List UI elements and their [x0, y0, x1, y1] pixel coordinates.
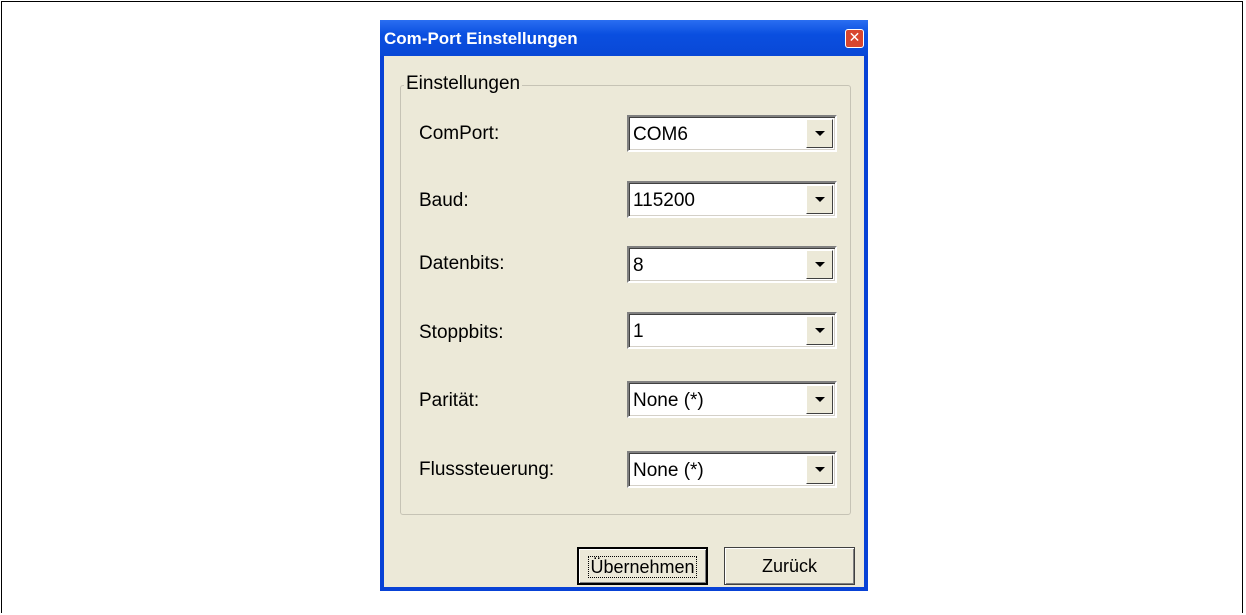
parity-select[interactable]: None (*) [627, 381, 837, 418]
stopbits-label: Stoppbits: [419, 322, 504, 343]
window-title: Com-Port Einstellungen [384, 29, 578, 48]
baud-value: 115200 [633, 190, 695, 211]
parity-label: Parität: [419, 390, 480, 411]
dialog-client-area: Einstellungen ComPort: COM6 Baud: 115200… [384, 56, 864, 587]
comport-label: ComPort: [419, 123, 500, 144]
comport-select[interactable]: COM6 [627, 115, 837, 152]
close-icon[interactable]: ✕ [845, 29, 864, 48]
chevron-down-icon[interactable] [806, 385, 833, 414]
back-button[interactable]: Zurück [724, 547, 855, 585]
comport-value: COM6 [633, 124, 688, 145]
apply-button[interactable]: Übernehmen [577, 547, 708, 585]
stopbits-value: 1 [633, 321, 644, 342]
chevron-down-icon[interactable] [806, 185, 833, 214]
groupbox-title: Einstellungen [404, 73, 523, 95]
flow-control-select[interactable]: None (*) [627, 451, 837, 488]
flow-control-value: None (*) [633, 460, 704, 481]
databits-value: 8 [633, 255, 644, 276]
title-bar[interactable]: Com-Port Einstellungen ✕ [380, 20, 868, 56]
parity-value: None (*) [633, 390, 704, 411]
com-port-settings-dialog: Com-Port Einstellungen ✕ Einstellungen C… [380, 20, 868, 591]
databits-label: Datenbits: [419, 253, 505, 274]
chevron-down-icon[interactable] [806, 455, 833, 484]
stopbits-select[interactable]: 1 [627, 312, 837, 349]
databits-select[interactable]: 8 [627, 246, 837, 283]
baud-label: Baud: [419, 190, 469, 211]
chevron-down-icon[interactable] [806, 316, 833, 345]
chevron-down-icon[interactable] [806, 250, 833, 279]
chevron-down-icon[interactable] [806, 119, 833, 148]
apply-button-label: Übernehmen [588, 556, 697, 578]
baud-select[interactable]: 115200 [627, 181, 837, 218]
flow-control-label: Flusssteuerung: [419, 459, 555, 480]
